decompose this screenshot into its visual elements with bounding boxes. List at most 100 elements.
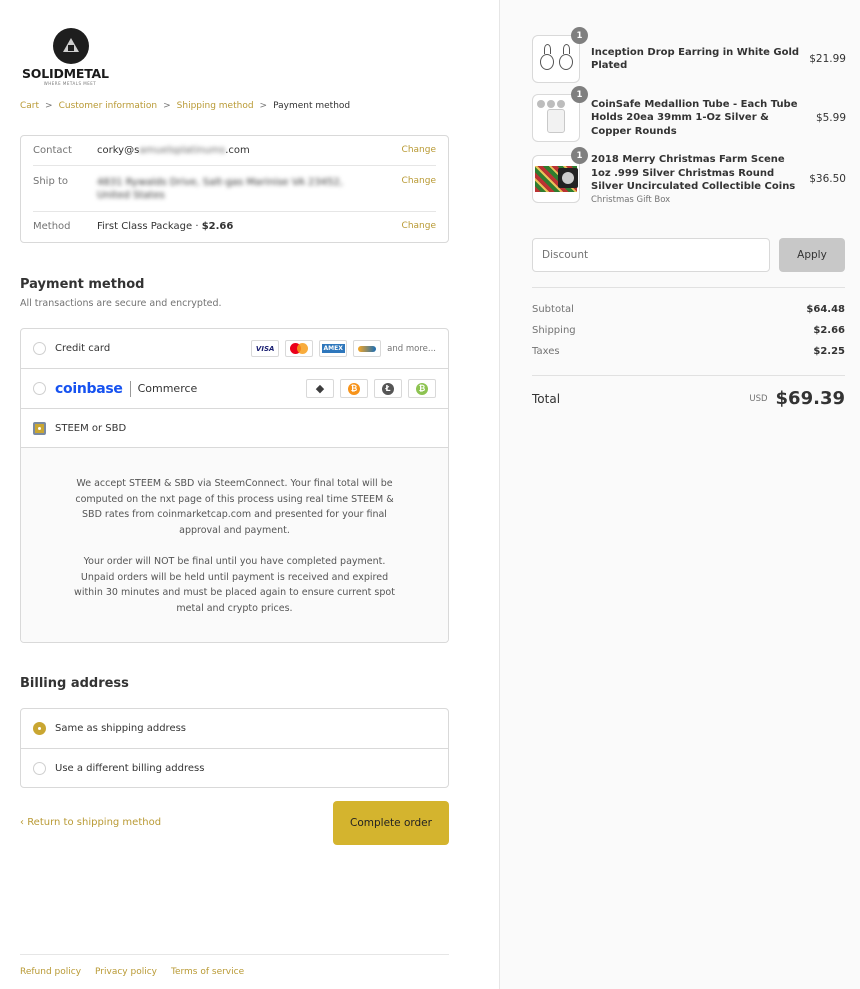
subtotal-label: Subtotal bbox=[532, 304, 574, 315]
privacy-policy-link[interactable]: Privacy policy bbox=[95, 967, 157, 977]
breadcrumb-customer-information[interactable]: Customer information bbox=[59, 101, 158, 111]
credit-card-label: Credit card bbox=[55, 343, 111, 354]
currency-code: USD bbox=[749, 393, 768, 404]
mastercard-icon bbox=[285, 340, 314, 357]
earring-image-icon bbox=[559, 44, 574, 72]
product-name: CoinSafe Medallion Tube - Each Tube Hold… bbox=[591, 98, 798, 137]
main-panel: SOLIDMETAL WHERE METALS MEET Cart > Cust… bbox=[0, 0, 499, 989]
subtotal-value: $64.48 bbox=[806, 304, 845, 315]
total-label: Total bbox=[532, 391, 561, 406]
shipping-row: Shipping $2.66 bbox=[532, 325, 845, 336]
change-method-link[interactable]: Change bbox=[402, 221, 436, 231]
billing-option-same[interactable]: Same as shipping address bbox=[21, 709, 448, 748]
discount-input[interactable] bbox=[532, 238, 770, 272]
breadcrumb-cart[interactable]: Cart bbox=[20, 101, 39, 111]
complete-order-button[interactable]: Complete order bbox=[333, 801, 449, 845]
cart-item: 1 Inception Drop Earring in White Gold P… bbox=[532, 27, 846, 83]
product-variant: Christmas Gift Box bbox=[591, 194, 671, 205]
product-name: Inception Drop Earring in White Gold Pla… bbox=[591, 46, 800, 72]
total-amount: $69.39 bbox=[775, 388, 845, 409]
discover-icon bbox=[353, 340, 382, 357]
ship-to-value: 4831 Rywalds Drive, Salt-gas Marinise VA… bbox=[97, 177, 343, 201]
product-price: $5.99 bbox=[815, 112, 846, 124]
brand-tagline: WHERE METALS MEET bbox=[43, 81, 97, 86]
steem-info-panel: We accept STEEM & SBD via SteemConnect. … bbox=[21, 448, 448, 642]
bitcoin-cash-icon: ₿ bbox=[408, 379, 436, 398]
payment-option-credit-card[interactable]: Credit card VISA AMEX and more... bbox=[21, 329, 448, 369]
cart-item: 1 CoinSafe Medallion Tube - Each Tube Ho… bbox=[532, 86, 846, 142]
quantity-badge: 1 bbox=[571, 27, 588, 44]
review-method-row: Method First Class Package · $2.66 Chang… bbox=[21, 211, 448, 242]
contact-label: Contact bbox=[33, 145, 72, 156]
and-more-label: and more... bbox=[387, 343, 436, 354]
coinbase-commerce-logo: coinbase Commerce bbox=[55, 380, 198, 397]
taxes-row: Taxes $2.25 bbox=[532, 346, 845, 357]
method-value: First Class Package · $2.66 bbox=[97, 221, 234, 232]
method-label: Method bbox=[33, 221, 71, 232]
payment-option-coinbase[interactable]: coinbase Commerce ◆ ₿ Ł ₿ bbox=[21, 369, 448, 409]
shipping-value: $2.66 bbox=[813, 325, 845, 336]
review-contact-row: Contact corky@samuelsplatinums.com Chang… bbox=[21, 136, 448, 165]
total-row: Total USD $69.39 bbox=[532, 388, 845, 409]
chevron-right-icon: > bbox=[45, 101, 53, 111]
apply-discount-button[interactable]: Apply bbox=[779, 238, 845, 272]
product-thumbnail: 1 bbox=[532, 147, 588, 204]
logo-mark-icon bbox=[53, 28, 89, 64]
breadcrumb-payment-method: Payment method bbox=[273, 101, 351, 111]
subtotal-row: Subtotal $64.48 bbox=[532, 304, 845, 315]
payment-method-subtitle: All transactions are secure and encrypte… bbox=[20, 298, 222, 309]
order-review-box: Contact corky@samuelsplatinums.com Chang… bbox=[20, 135, 449, 243]
different-address-radio[interactable] bbox=[33, 761, 46, 775]
change-contact-link[interactable]: Change bbox=[402, 145, 436, 155]
chevron-right-icon: > bbox=[163, 101, 171, 111]
product-thumbnail: 1 bbox=[532, 86, 588, 142]
return-to-shipping-link[interactable]: ‹ Return to shipping method bbox=[20, 817, 161, 828]
steem-info-paragraph: Your order will NOT be final until you h… bbox=[74, 556, 395, 614]
terms-of-service-link[interactable]: Terms of service bbox=[171, 967, 244, 977]
visa-icon: VISA bbox=[251, 340, 280, 357]
product-price: $21.99 bbox=[809, 53, 846, 65]
change-ship-to-link[interactable]: Change bbox=[402, 176, 436, 186]
same-address-label: Same as shipping address bbox=[55, 723, 187, 734]
product-thumbnail: 1 bbox=[532, 27, 588, 83]
order-summary-panel bbox=[499, 0, 860, 989]
billing-options: Same as shipping address Use a different… bbox=[20, 708, 449, 788]
payment-options: Credit card VISA AMEX and more... coinba… bbox=[20, 328, 449, 643]
breadcrumb: Cart > Customer information > Shipping m… bbox=[20, 101, 350, 111]
card-icons: VISA AMEX and more... bbox=[251, 340, 436, 357]
quantity-badge: 1 bbox=[571, 147, 588, 165]
same-address-radio[interactable] bbox=[33, 722, 46, 735]
amex-icon: AMEX bbox=[319, 340, 348, 357]
divider bbox=[532, 375, 845, 376]
earring-image-icon bbox=[540, 44, 555, 72]
quantity-badge: 1 bbox=[571, 86, 588, 103]
steem-radio[interactable] bbox=[33, 421, 46, 435]
taxes-label: Taxes bbox=[532, 346, 560, 357]
steem-info-paragraph: We accept STEEM & SBD via SteemConnect. … bbox=[75, 478, 394, 536]
brand-logo[interactable]: SOLIDMETAL WHERE METALS MEET bbox=[22, 28, 118, 86]
crypto-icons: ◆ ₿ Ł ₿ bbox=[306, 379, 436, 398]
credit-card-radio[interactable] bbox=[33, 342, 46, 355]
product-price: $36.50 bbox=[809, 173, 846, 186]
bitcoin-icon: ₿ bbox=[340, 379, 368, 398]
review-ship-to-row: Ship to 4831 Rywalds Drive, Salt-gas Mar… bbox=[21, 165, 448, 211]
billing-address-title: Billing address bbox=[20, 676, 129, 691]
ship-to-label: Ship to bbox=[33, 176, 69, 187]
litecoin-icon: Ł bbox=[374, 379, 402, 398]
steem-label: STEEM or SBD bbox=[55, 422, 127, 434]
ethereum-icon: ◆ bbox=[306, 379, 334, 398]
brand-name: SOLIDMETAL bbox=[22, 66, 109, 81]
cart-item: 1 2018 Merry Christmas Farm Scene 1oz .9… bbox=[532, 147, 846, 206]
chevron-right-icon: > bbox=[259, 101, 268, 111]
payment-option-steem[interactable]: STEEM or SBD bbox=[21, 409, 448, 448]
breadcrumb-shipping-method[interactable]: Shipping method bbox=[177, 101, 254, 111]
divider bbox=[532, 287, 845, 288]
billing-option-different[interactable]: Use a different billing address bbox=[21, 748, 448, 787]
shipping-label: Shipping bbox=[532, 325, 576, 336]
coinbase-radio[interactable] bbox=[33, 382, 46, 395]
footer-links: Refund policy Privacy policy Terms of se… bbox=[20, 954, 449, 977]
refund-policy-link[interactable]: Refund policy bbox=[20, 967, 81, 977]
medallion-tube-icon bbox=[547, 109, 565, 133]
product-name: 2018 Merry Christmas Farm Scene 1oz .999… bbox=[591, 154, 796, 192]
payment-method-title: Payment method bbox=[20, 277, 145, 292]
